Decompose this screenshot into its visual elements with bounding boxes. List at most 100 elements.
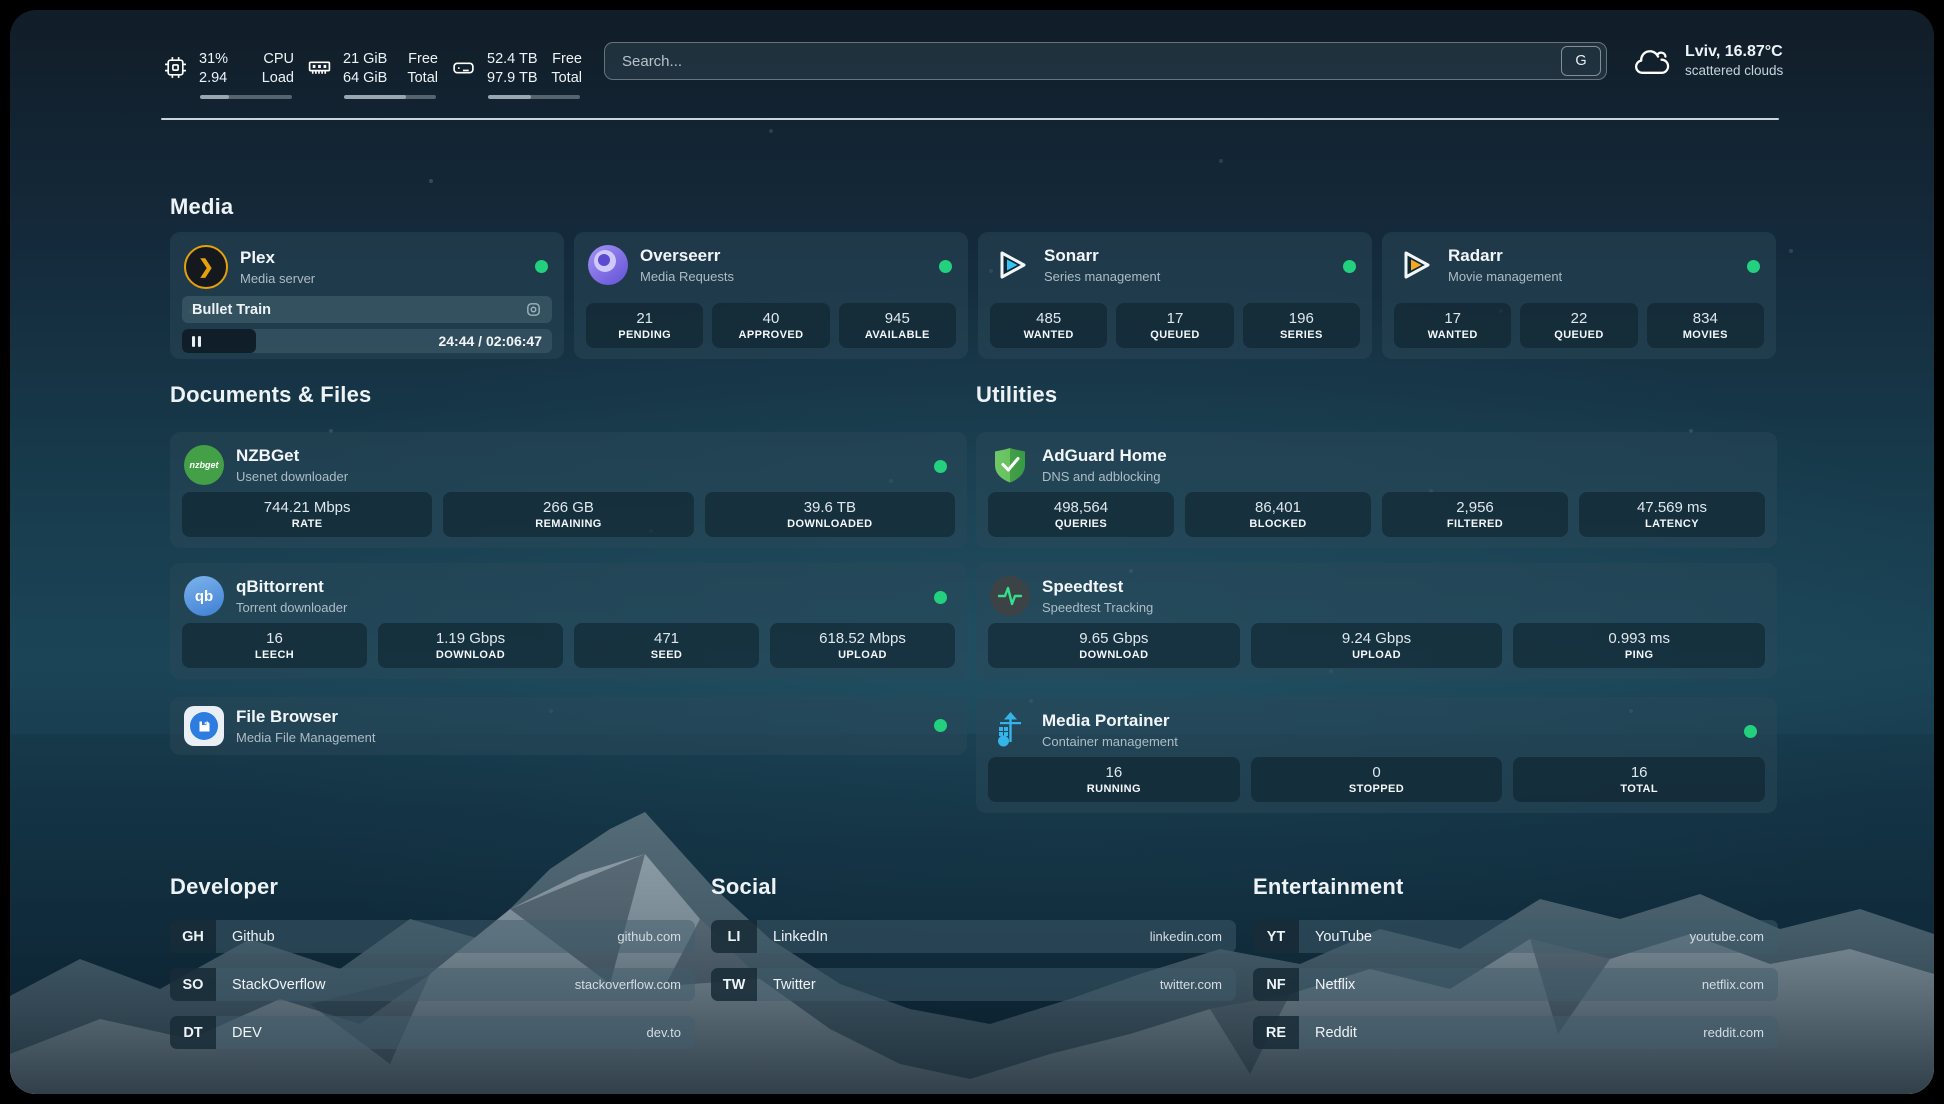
bookmark-name: YouTube [1315,929,1372,945]
section-title-social: Social [711,874,777,900]
speedtest-card[interactable]: Speedtest Speedtest Tracking 9.65 Gbps D… [976,563,1777,679]
weather-condition: scattered clouds [1685,63,1783,78]
memory-progress-bar [344,95,436,99]
overseerr-card[interactable]: Overseerr Media Requests 21 PENDING 40 A… [574,232,968,359]
app-subtitle: Torrent downloader [236,600,347,615]
sonarr-card[interactable]: Sonarr Series management 485 WANTED 17 Q… [978,232,1372,359]
bookmark-url: twitter.com [1160,977,1222,992]
bookmark-abbr: TW [711,968,757,1001]
stat-value: 40 [763,310,780,327]
bookmark-github[interactable]: GH Github github.com [170,920,695,953]
portainer-card[interactable]: Media Portainer Container management 16 … [976,697,1777,813]
playback-progress-bar[interactable]: 24:44 / 02:06:47 [182,329,552,353]
stat-box: 945 AVAILABLE [839,303,956,348]
app-name: qBittorrent [236,577,347,597]
stat-value: 744.21 Mbps [264,499,351,516]
bookmark-url: linkedin.com [1150,929,1222,944]
filebrowser-card[interactable]: File Browser Media File Management [170,697,967,755]
app-subtitle: Series management [1044,269,1160,284]
bookmark-reddit[interactable]: RE Reddit reddit.com [1253,1016,1778,1049]
bookmark-name: Reddit [1315,1025,1357,1041]
cpu-load-value: 2.94 [199,69,228,88]
plex-card[interactable]: ❯ Plex Media server Bullet Train 24:44 /… [170,232,564,359]
app-subtitle: DNS and adblocking [1042,469,1167,484]
bookmark-dev[interactable]: DT DEV dev.to [170,1016,695,1049]
status-dot [934,460,947,473]
stat-box: 196 SERIES [1243,303,1360,348]
bookmark-youtube[interactable]: YT YouTube youtube.com [1253,920,1778,953]
stat-box: 485 WANTED [990,303,1107,348]
stat-value: 618.52 Mbps [819,630,906,647]
now-playing-row: Bullet Train [182,296,552,323]
app-subtitle: Media Requests [640,269,734,284]
stat-value: 0 [1372,764,1380,781]
playback-time: 24:44 / 02:06:47 [438,333,542,349]
radarr-card[interactable]: Radarr Movie management 17 WANTED 22 QUE… [1382,232,1776,359]
status-dot [939,260,952,273]
disk-free-label: Free [551,50,582,69]
stat-value: 17 [1167,310,1184,327]
stat-box: 86,401 BLOCKED [1185,492,1371,537]
stat-label: REMAINING [535,518,602,530]
stat-value: 17 [1444,310,1461,327]
stat-label: WANTED [1024,329,1074,341]
status-dot [1744,725,1757,738]
app-name: AdGuard Home [1042,446,1167,466]
qbittorrent-card[interactable]: qb qBittorrent Torrent downloader 16 LEE… [170,563,967,679]
radarr-icon [1396,245,1436,285]
cpu-label: CPU [262,50,294,69]
stat-box: 9.24 Gbps UPLOAD [1251,623,1503,668]
stat-label: WANTED [1428,329,1478,341]
disk-total-label: Total [551,69,582,88]
app-name: Overseerr [640,246,734,266]
bookmark-url: stackoverflow.com [575,977,681,992]
ram-icon [307,55,332,80]
stat-label: MOVIES [1683,329,1728,341]
bookmark-url: youtube.com [1690,929,1764,944]
bookmark-name: LinkedIn [773,929,828,945]
stat-label: PENDING [618,329,671,341]
search-engine-button[interactable]: G [1561,46,1601,76]
dashboard-page: 31% 2.94 CPU Load 21 GiB [10,10,1934,1094]
status-dot [934,591,947,604]
bookmark-abbr: RE [1253,1016,1299,1049]
stat-box: 2,956 FILTERED [1382,492,1568,537]
app-name: Plex [240,248,315,268]
app-name: File Browser [236,707,375,727]
cpu-icon [163,55,188,80]
stat-value: 9.65 Gbps [1079,630,1148,647]
stat-box: 0.993 ms PING [1513,623,1765,668]
sonarr-icon [992,245,1032,285]
stat-label: RUNNING [1087,783,1141,795]
stat-label: AVAILABLE [865,329,930,341]
stat-value: 9.24 Gbps [1342,630,1411,647]
nzbget-icon: nzbget [184,445,224,485]
stat-value: 1.19 Gbps [436,630,505,647]
stat-box: 1.19 Gbps DOWNLOAD [378,623,563,668]
bookmark-linkedin[interactable]: LI LinkedIn linkedin.com [711,920,1236,953]
nzbget-card[interactable]: nzbget NZBGet Usenet downloader 744.21 M… [170,432,967,548]
stat-box: 17 WANTED [1394,303,1511,348]
disk-icon [451,55,476,80]
pause-icon[interactable] [192,336,201,347]
app-subtitle: Media server [240,271,315,286]
stat-value: 471 [654,630,679,647]
stat-box: 21 PENDING [586,303,703,348]
status-dot [535,260,548,273]
cpu-stat: 31% 2.94 CPU Load [163,50,294,99]
stat-box: 39.6 TB DOWNLOADED [705,492,955,537]
stat-box: 0 STOPPED [1251,757,1503,802]
search-bar: G [604,42,1607,80]
adguard-card[interactable]: AdGuard Home DNS and adblocking 498,564 … [976,432,1777,548]
bookmark-name: DEV [232,1025,262,1041]
cpu-progress-bar [200,95,292,99]
bookmark-netflix[interactable]: NF Netflix netflix.com [1253,968,1778,1001]
bookmark-stackoverflow[interactable]: SO StackOverflow stackoverflow.com [170,968,695,1001]
bookmark-twitter[interactable]: TW Twitter twitter.com [711,968,1236,1001]
stat-value: 945 [885,310,910,327]
search-input[interactable] [620,52,1561,71]
bookmark-abbr: LI [711,920,757,953]
stat-box: 47.569 ms LATENCY [1579,492,1765,537]
stat-box: 16 LEECH [182,623,367,668]
memory-total-value: 64 GiB [343,69,387,88]
